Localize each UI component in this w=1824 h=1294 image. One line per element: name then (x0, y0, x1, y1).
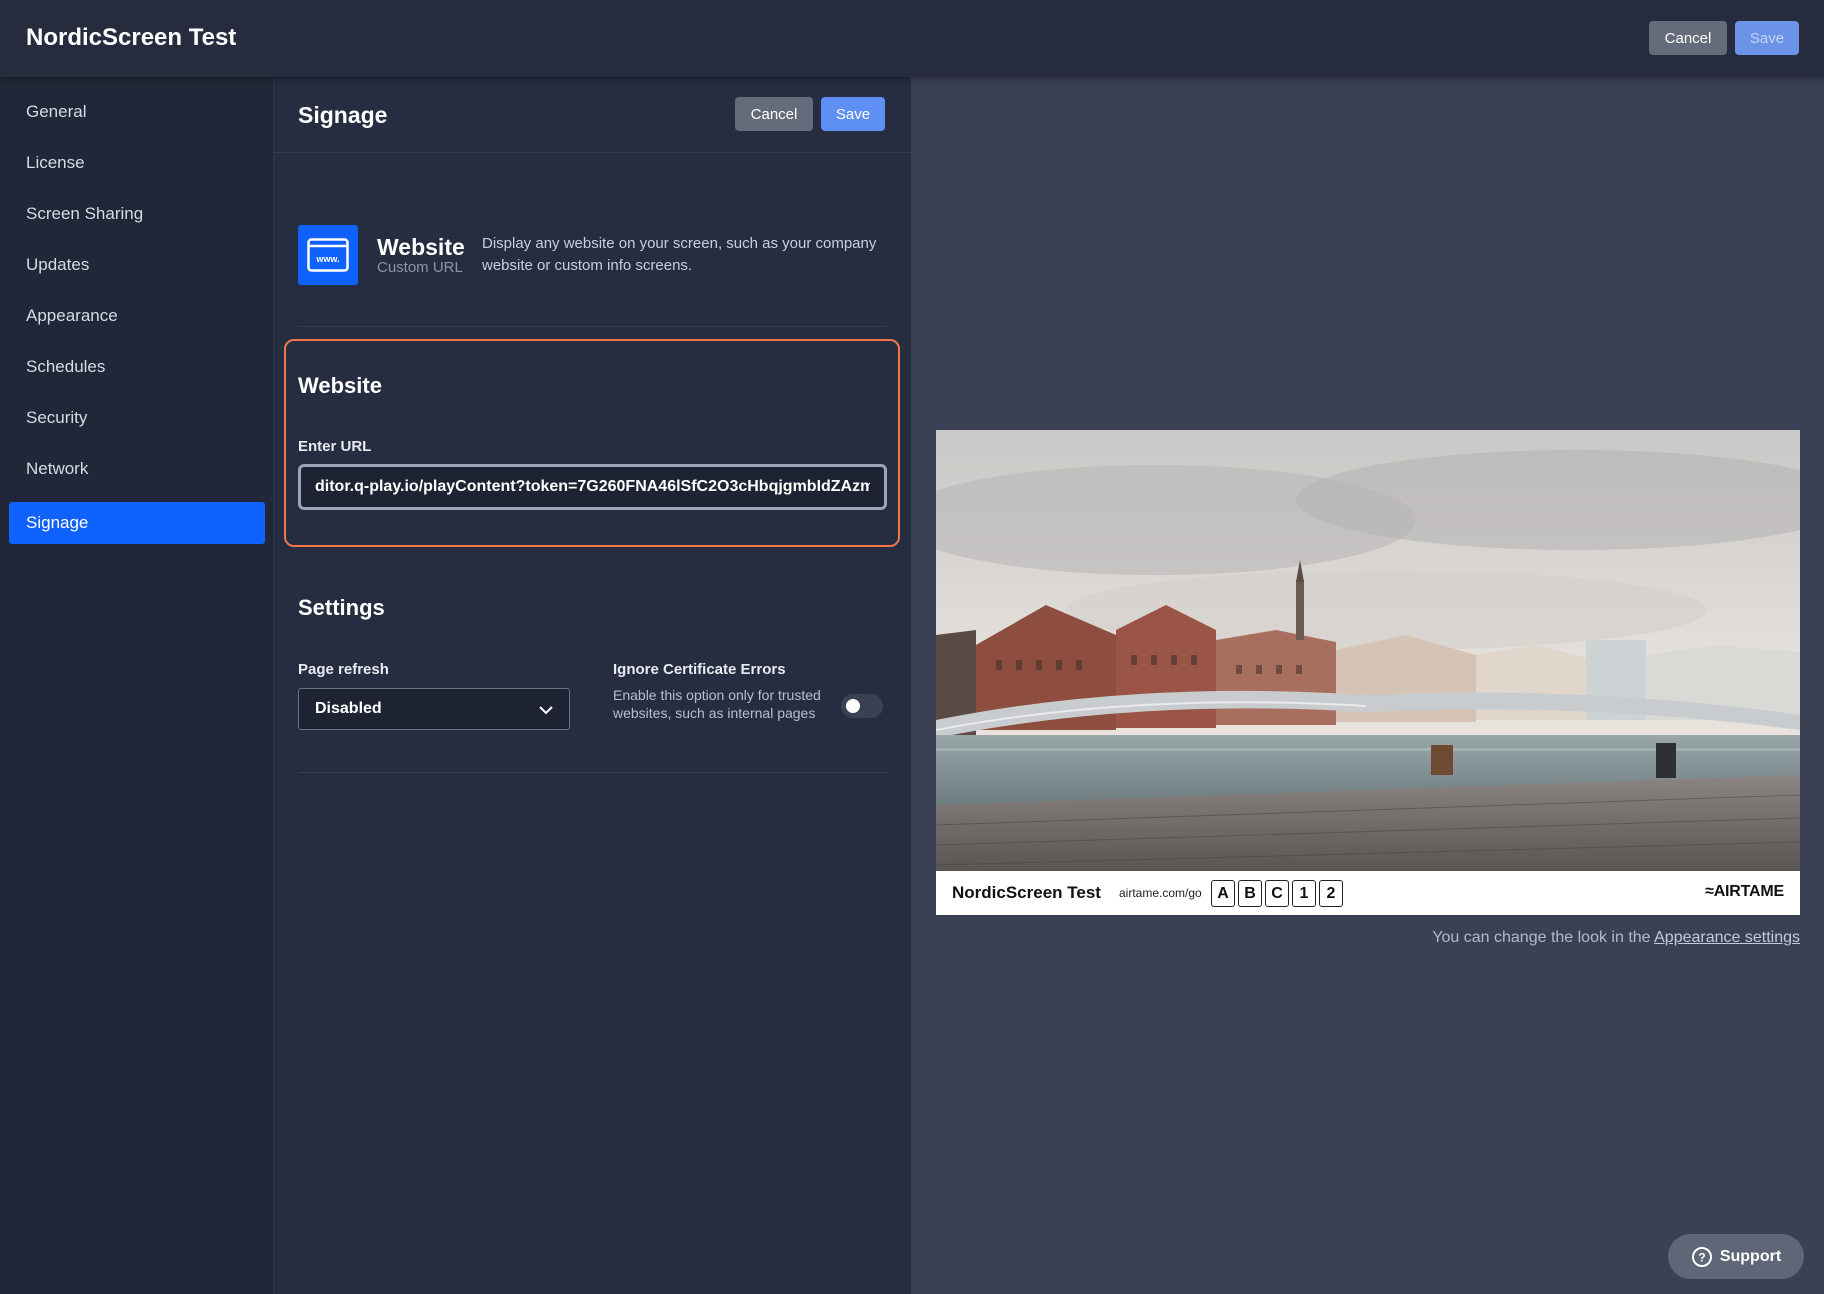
panel-title: Signage (298, 102, 388, 128)
svg-text:?: ? (1698, 1250, 1705, 1264)
url-label: Enter URL (298, 438, 372, 455)
preview-background-image (936, 430, 1800, 871)
sidebar-item-license[interactable]: License (9, 142, 265, 184)
settings-divider (298, 772, 887, 773)
sidebar-item-security[interactable]: Security (9, 397, 265, 439)
sidebar-item-appearance[interactable]: Appearance (9, 295, 265, 337)
app-description: Display any website on your screen, such… (482, 235, 877, 274)
preview-code-char: 1 (1292, 880, 1316, 907)
settings-section-title: Settings (298, 595, 385, 620)
preview-code-char: 2 (1319, 880, 1343, 907)
sidebar-item-signage[interactable]: Signage (9, 502, 265, 544)
sidebar-item-updates[interactable]: Updates (9, 244, 265, 286)
preview-connect-url: airtame.com/go (1119, 886, 1202, 900)
panel-cancel-button[interactable]: Cancel (735, 97, 813, 131)
preview-code-char: A (1211, 880, 1235, 907)
app-subtitle: Custom URL (377, 259, 463, 276)
url-input[interactable] (298, 464, 887, 510)
ignore-cert-help: Enable this option only for trusted webs… (613, 687, 821, 721)
top-save-button[interactable]: Save (1735, 21, 1799, 55)
sidebar-item-general[interactable]: General (9, 91, 265, 133)
sidebar-item-screen-sharing[interactable]: Screen Sharing (9, 193, 265, 235)
screen-preview: NordicScreen Test airtame.com/go A B C 1… (936, 430, 1800, 915)
page-refresh-select[interactable]: Disabled (298, 688, 570, 730)
header-divider (274, 152, 911, 153)
page-refresh-label: Page refresh (298, 661, 389, 678)
sidebar-item-network[interactable]: Network (9, 448, 265, 490)
preview-area: NordicScreen Test airtame.com/go A B C 1… (911, 77, 1824, 1294)
sidebar-item-schedules[interactable]: Schedules (9, 346, 265, 388)
toggle-knob (846, 699, 860, 713)
www-browser-icon: www. (298, 225, 358, 285)
top-cancel-button[interactable]: Cancel (1649, 21, 1727, 55)
appearance-note-text: You can change the look in the (1432, 929, 1651, 946)
top-bar: NordicScreen Test Cancel Save (0, 0, 1824, 77)
chevron-down-icon (539, 706, 553, 715)
ignore-cert-label: Ignore Certificate Errors (613, 661, 786, 678)
settings-sidebar: General License Screen Sharing Updates A… (0, 77, 274, 1294)
ignore-cert-toggle[interactable] (841, 694, 883, 718)
appearance-note: You can change the look in the Appearanc… (1432, 929, 1800, 947)
airtame-logo: ≈AIRTAME (1705, 883, 1784, 900)
preview-code-char: C (1265, 880, 1289, 907)
page-refresh-value: Disabled (315, 700, 382, 717)
support-label: Support (1719, 1247, 1782, 1265)
question-circle-icon: ? (1691, 1246, 1712, 1267)
signage-panel: Signage Cancel Save www. Website Custom … (274, 77, 911, 1294)
panel-save-button[interactable]: Save (821, 97, 885, 131)
app-divider (298, 326, 887, 327)
preview-footer-bar: NordicScreen Test airtame.com/go A B C 1… (936, 871, 1800, 915)
device-title: NordicScreen Test (26, 24, 237, 51)
website-section-title: Website (298, 373, 382, 398)
appearance-settings-link[interactable]: Appearance settings (1654, 929, 1800, 946)
support-button[interactable]: ? Support (1668, 1234, 1804, 1279)
preview-code-char: B (1238, 880, 1262, 907)
preview-screen-name: NordicScreen Test (952, 883, 1101, 902)
svg-text:www.: www. (315, 254, 339, 264)
app-name: Website (377, 234, 465, 260)
website-section-highlight (284, 339, 900, 547)
